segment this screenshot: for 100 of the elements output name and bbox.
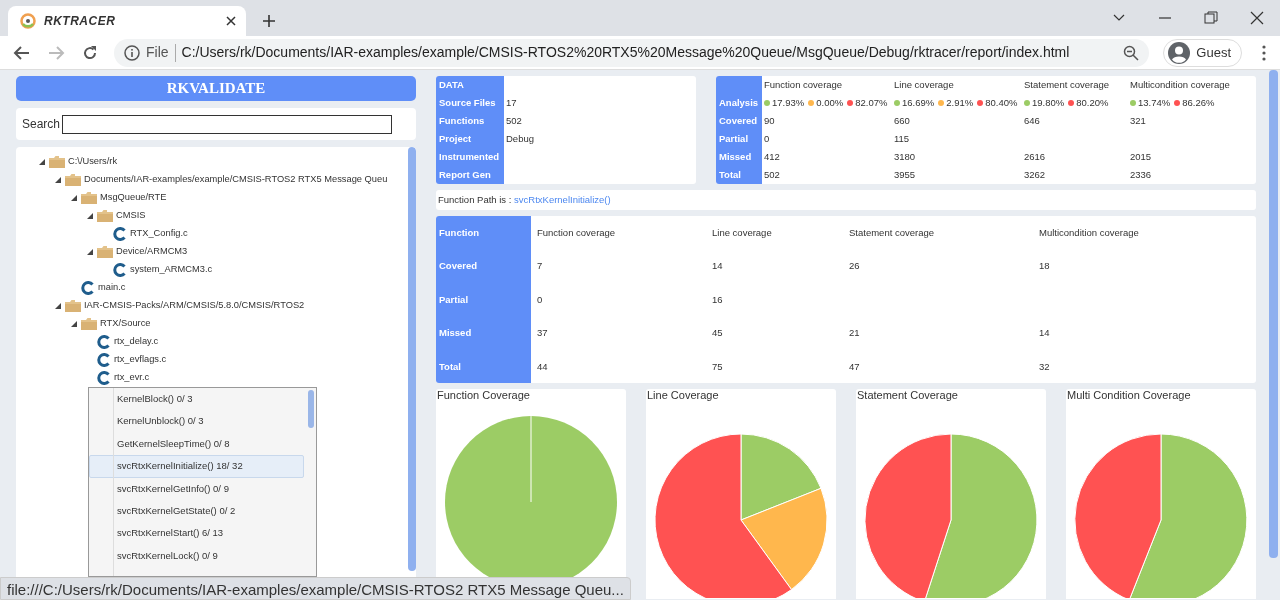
row-label: Function (436, 216, 531, 250)
tree-item-label[interactable]: RTX/Source (100, 317, 151, 331)
cell-value: 3262 (1024, 167, 1046, 182)
cell-value: 45 (712, 326, 723, 341)
tree-item-label[interactable]: rtx_evr.c (114, 371, 150, 385)
cell-value: 21 (849, 326, 860, 341)
c-file-icon (97, 335, 111, 349)
percentage: 2.91% (946, 95, 974, 110)
tree-item-label[interactable]: rtx_evflags.c (114, 353, 167, 367)
c-file-icon (81, 281, 95, 295)
row-label: DATA (436, 76, 504, 94)
chart-title: Function Coverage (436, 389, 531, 402)
cell-value: 17 (506, 95, 517, 110)
cell-value: 3180 (894, 149, 916, 164)
folder-icon (65, 299, 81, 313)
menu-item[interactable]: KernelBlock() 0/ 3 (89, 388, 304, 411)
tree-item-label[interactable]: RTX_Config.c (130, 227, 188, 241)
c-file-icon (97, 353, 111, 367)
tree-item-label[interactable]: main.c (98, 281, 126, 295)
cell-value: Debug (506, 131, 534, 146)
folder-icon (97, 245, 113, 259)
percentage: 0.00% (816, 95, 844, 110)
row-label: Partial (716, 130, 762, 148)
cell-value: 44 (537, 359, 548, 374)
status-url: file:///C:/Users/rk/Documents/IAR-examples/example/CMSIS-RTOS2 RTX5 Message Queu... (0, 577, 631, 600)
browser-tab[interactable]: RKTRACER (8, 6, 246, 36)
function-path: Function Path is : (438, 192, 513, 207)
info-icon[interactable] (124, 44, 140, 61)
expand-toggle-icon[interactable] (70, 320, 78, 328)
menu-item[interactable]: KernelUnblock() 0/ 3 (89, 410, 304, 433)
row-label: Project (436, 130, 504, 148)
row-label: Missed (436, 316, 531, 350)
chart-title: Multi Condition Coverage (1066, 389, 1192, 402)
tree-item-label[interactable]: C:\/Users/rk (68, 155, 118, 169)
avatar-icon (1168, 41, 1191, 64)
expand-toggle-icon[interactable] (54, 302, 62, 310)
cell-value: 75 (712, 359, 723, 374)
expand-toggle-icon[interactable] (86, 248, 94, 256)
expand-toggle-icon[interactable] (86, 212, 94, 220)
scrollbar-thumb[interactable] (308, 390, 314, 428)
cell-value: 18 (1039, 259, 1050, 274)
row-label: Analysis (716, 94, 762, 112)
column-header: Line coverage (894, 77, 954, 92)
chart-title: Statement Coverage (856, 389, 959, 402)
function-link[interactable]: svcRtxKernelInitialize() (514, 192, 611, 208)
expand-toggle-icon[interactable] (70, 194, 78, 202)
menu-item[interactable]: svcRtxKernelStart() 6/ 13 (89, 522, 304, 545)
menu-item[interactable]: svcRtxKernelGetState() 0/ 2 (89, 499, 304, 523)
cell-value: 502 (764, 167, 780, 182)
percentage: 19.80% (1032, 95, 1065, 110)
close-icon[interactable] (1250, 11, 1264, 25)
row-label: Instrumented (436, 148, 504, 166)
menu-icon[interactable] (1262, 44, 1266, 61)
folder-icon (65, 173, 81, 187)
back-icon[interactable] (13, 43, 31, 62)
percentage: 80.20% (1076, 95, 1109, 110)
column-header: Function coverage (537, 225, 616, 240)
restore-icon[interactable] (1204, 11, 1218, 25)
c-file-icon (113, 263, 127, 277)
menu-item[interactable]: GetKernelSleepTime() 0/ 8 (89, 432, 304, 456)
row-label: Total (436, 350, 531, 383)
tree-item-label[interactable]: Documents/IAR-examples/example/CMSIS-RTOS2 RTX5 Message Queu (84, 173, 388, 187)
tree-item-label[interactable]: Device/ARMCM3 (116, 245, 188, 259)
row-label: Source Files (436, 94, 504, 112)
cell-value: 321 (1130, 113, 1146, 128)
tree-item-label[interactable]: rtx_delay.c (114, 335, 159, 349)
menu-item[interactable]: svcRtxKernelGetInfo() 0/ 9 (89, 477, 304, 500)
app-title-bar: RKVALIDATE (16, 76, 416, 101)
cell-value: 37 (537, 326, 548, 341)
cell-value: 32 (1039, 359, 1050, 374)
cell-value: 412 (764, 149, 780, 164)
column-header: Statement coverage (849, 225, 935, 240)
row-label: Total (716, 166, 762, 184)
tree-item-label[interactable]: system_ARMCM3.c (130, 263, 213, 277)
scrollbar-thumb[interactable] (408, 147, 416, 571)
expand-toggle-icon[interactable] (54, 176, 62, 184)
cell-value: 646 (1024, 113, 1040, 128)
reload-icon[interactable] (81, 43, 99, 62)
folder-icon (81, 191, 97, 205)
expand-toggle-icon[interactable] (38, 158, 46, 166)
menu-item[interactable]: svcRtxKernelInitialize() 18/ 32 (89, 455, 304, 478)
folder-icon (97, 209, 113, 223)
column-header: Statement coverage (1024, 77, 1110, 92)
cell-value: 2336 (1130, 167, 1152, 182)
zoom-icon[interactable] (1123, 44, 1140, 61)
favicon-icon (20, 13, 36, 29)
search-field[interactable] (62, 114, 393, 134)
tree-item-label[interactable]: MsgQueue/RTE (100, 191, 167, 205)
table-corner (716, 76, 762, 94)
cell-value: 14 (1039, 326, 1050, 341)
scrollbar-thumb[interactable] (1269, 70, 1278, 558)
menu-item[interactable]: svcRtxKernelLock() 0/ 9 (89, 544, 304, 568)
cell-value: 7 (537, 259, 543, 274)
cell-value: 26 (849, 259, 860, 274)
address-url[interactable]: C:/Users/rk/Documents/IAR-examples/example/CMSIS-RTOS2%20RTX5%20Message%20Queue/MsgQueue/Debug/rktracer/report/index.html (181, 42, 1118, 63)
tree-item-label[interactable]: CMSIS (116, 209, 146, 223)
close-icon[interactable] (226, 16, 236, 26)
row-label: Covered (436, 249, 531, 283)
new-tab-icon[interactable] (262, 14, 276, 28)
tree-item-label[interactable]: IAR-CMSIS-Packs/ARM/CMSIS/5.8.0/CMSIS/RTOS2 (84, 299, 305, 313)
